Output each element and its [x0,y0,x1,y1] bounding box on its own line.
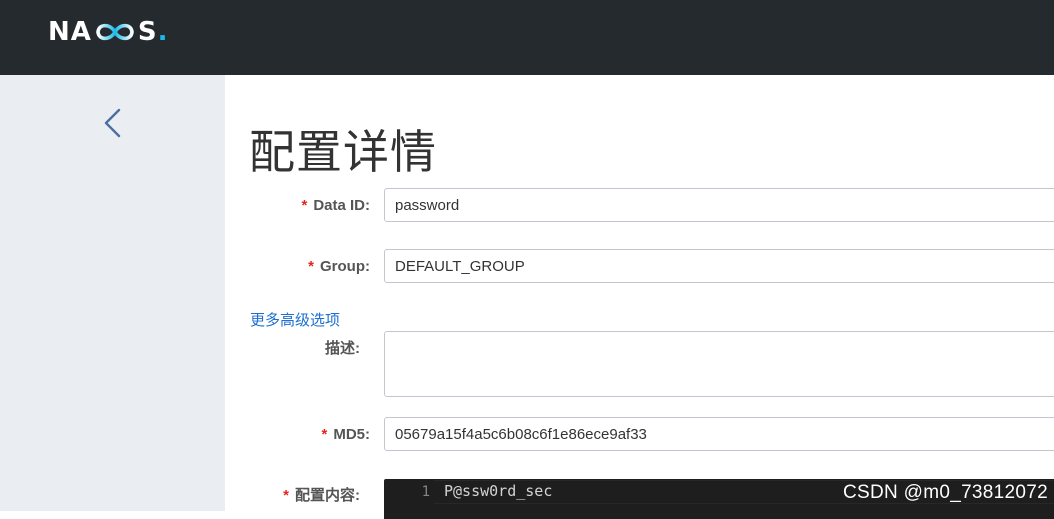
required-marker: * [301,197,308,214]
required-marker: * [283,487,289,504]
sidebar [0,75,225,511]
data-id-input[interactable] [384,188,1054,222]
group-input[interactable] [384,249,1054,283]
logo-text-suffix: S [137,17,158,47]
content-label: * 配置内容: [283,487,360,504]
md5-input[interactable] [384,417,1054,451]
top-navbar: NA S . [0,0,1054,75]
watermark-text: CSDN @m0_73812072 [843,482,1048,503]
md5-label: * MD5: [321,426,370,443]
logo-dot: . [157,17,169,47]
line-number: 1 [421,484,430,500]
logo-text-prefix: NA [48,17,92,47]
required-marker: * [308,258,314,275]
data-id-label: * Data ID: [301,197,370,214]
page-title: 配置详情 [249,125,437,179]
code-line[interactable]: P@ssw0rd_sec [444,479,552,502]
description-textarea[interactable] [384,331,1054,397]
group-label: * Group: [308,258,370,275]
advanced-options-link[interactable]: 更多高级选项 [250,311,340,331]
chevron-left-icon[interactable] [100,108,126,138]
description-label: 描述: [325,340,360,357]
logo-infinity-mark [93,20,137,44]
required-marker: * [321,426,328,443]
nacos-logo[interactable]: NA S . [48,14,169,50]
